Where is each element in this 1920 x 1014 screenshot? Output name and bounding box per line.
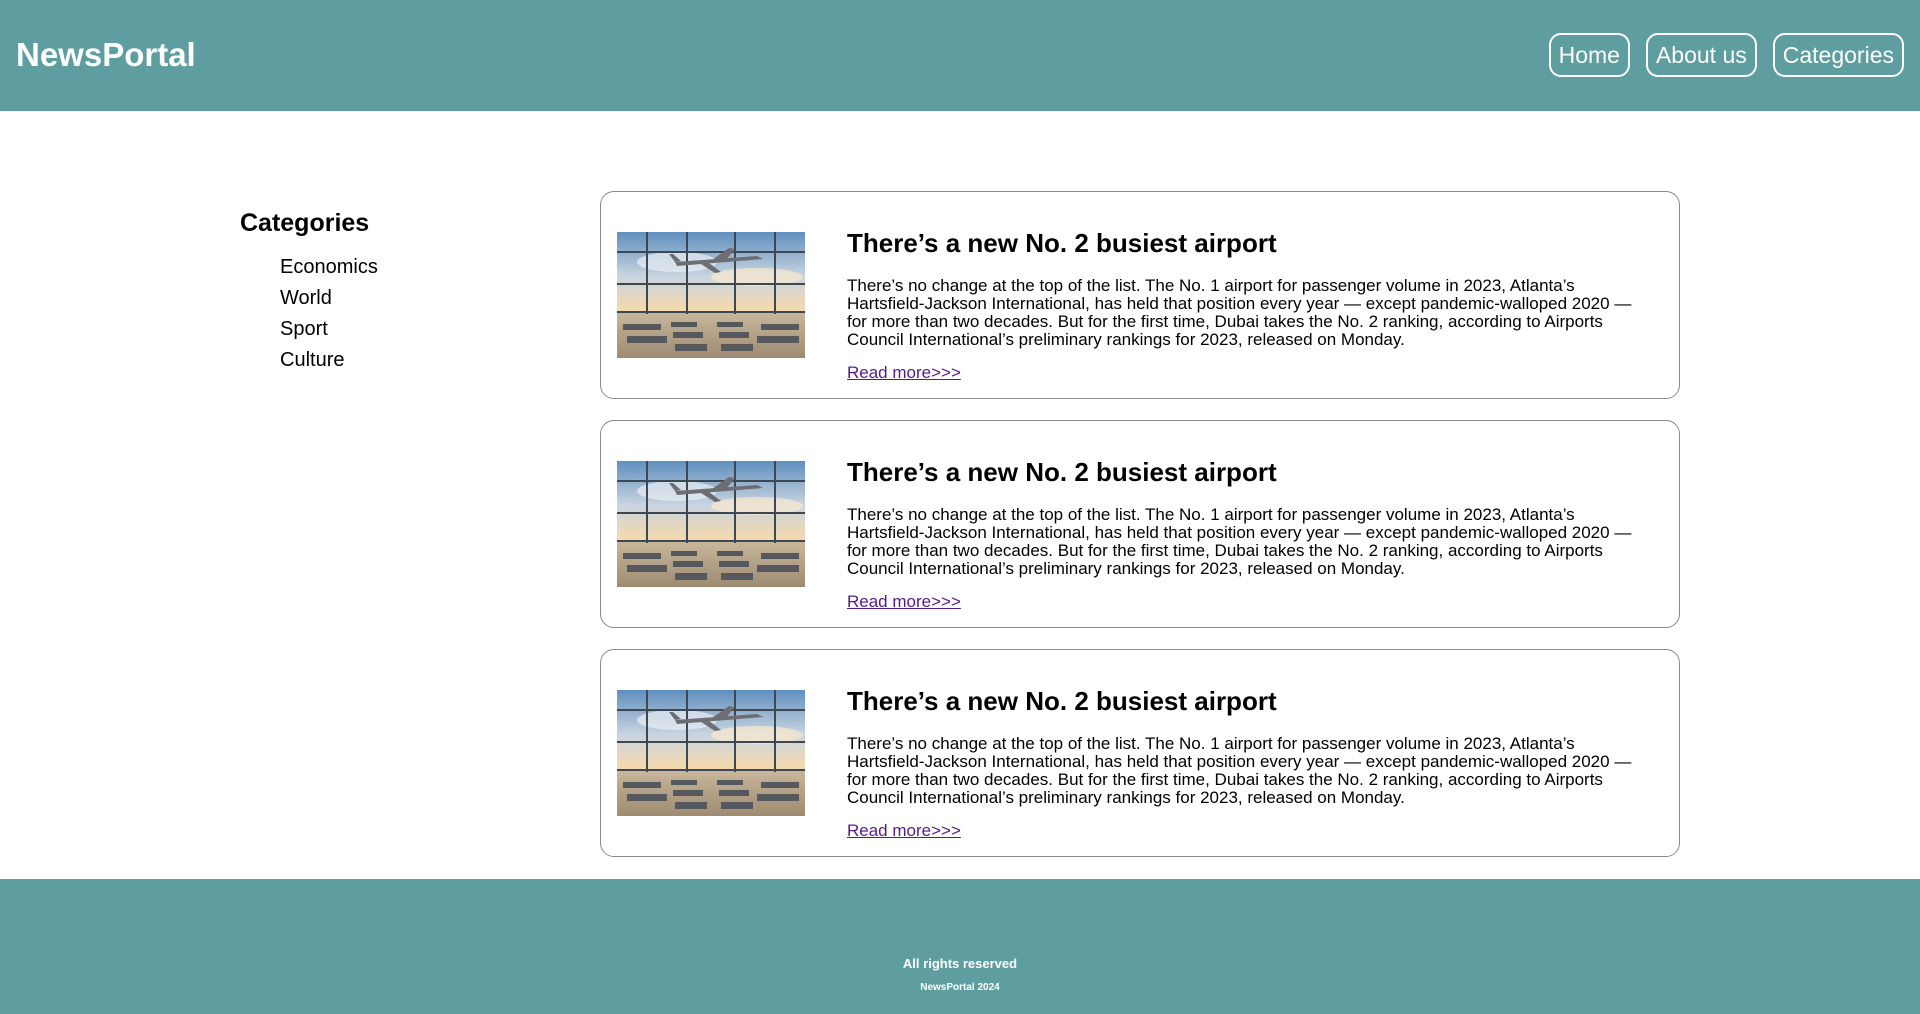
sidebar-title: Categories [240,209,370,237]
article-card: There’s a new No. 2 busiest airport Ther… [600,420,1680,628]
article-card: There’s a new No. 2 busiest airport Ther… [600,191,1680,399]
article-body: There’s a new No. 2 busiest airport Ther… [847,457,1649,612]
article-summary: There’s no change at the top of the list… [847,276,1632,349]
article-card: There’s a new No. 2 busiest airport Ther… [600,649,1680,857]
article-body: There’s a new No. 2 busiest airport Ther… [847,686,1649,841]
nav-categories-button[interactable]: Categories [1772,33,1904,77]
category-culture[interactable]: Culture [280,345,560,376]
site-logo[interactable]: NewsPortal [16,36,196,74]
article-image [617,690,805,816]
article-image [617,232,805,358]
article-title: There’s a new No. 2 busiest airport [847,686,1277,716]
article-title: There’s a new No. 2 busiest airport [847,457,1277,487]
article-body: There’s a new No. 2 busiest airport Ther… [847,228,1649,383]
read-more-link[interactable]: Read more>>> [847,821,961,840]
category-sport[interactable]: Sport [280,314,560,345]
read-more-link[interactable]: Read more>>> [847,592,961,611]
categories-sidebar: Categories Economics World Sport Culture [240,209,560,376]
nav-home-button[interactable]: Home [1548,33,1630,77]
article-summary: There’s no change at the top of the list… [847,734,1632,807]
main-nav: Home About us Categories [1548,33,1904,77]
read-more-link[interactable]: Read more>>> [847,363,961,382]
category-list: Economics World Sport Culture [240,252,560,376]
footer-rights: All rights reserved [902,956,1018,971]
nav-about-button[interactable]: About us [1645,33,1757,77]
site-header: NewsPortal Home About us Categories [0,0,1920,111]
article-image [617,461,805,587]
article-title: There’s a new No. 2 busiest airport [847,228,1277,258]
category-world[interactable]: World [280,283,560,314]
article-summary: There’s no change at the top of the list… [847,505,1632,578]
article-list: There’s a new No. 2 busiest airport Ther… [600,191,1680,878]
site-footer: All rights reserved NewsPortal 2024 [0,879,1920,1014]
category-economics[interactable]: Economics [280,252,560,283]
footer-copyright: NewsPortal 2024 [920,982,1000,993]
